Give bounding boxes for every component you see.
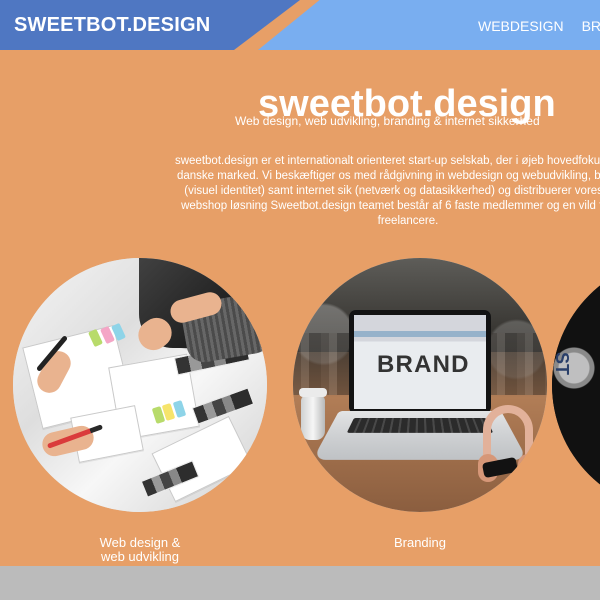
webpage: SWEETBOT.DESIGN WEBDESIGN BRA sweetbot.d…	[0, 0, 600, 600]
branding-service-label[interactable]: Branding	[284, 536, 556, 550]
third-service-logo-fragment: ST	[552, 352, 572, 376]
laptop-brand-text: BRAND	[377, 351, 470, 378]
branding-service-image[interactable]: BRAND	[293, 258, 547, 512]
web-design-service-card[interactable]: Web design & web udvikling	[4, 258, 276, 568]
headphones	[478, 405, 538, 482]
third-service-photo	[552, 258, 600, 512]
screen-stripe	[354, 331, 486, 337]
coffee-cup	[299, 388, 327, 440]
footer-band	[0, 566, 600, 600]
services-section: Web design & web udvikling BRAND Brandin…	[0, 0, 600, 600]
laptop-display: BRAND	[354, 315, 486, 409]
third-service-image[interactable]: ST	[552, 258, 600, 512]
branding-service-card[interactable]: BRAND Branding	[284, 258, 556, 568]
laptop-screen: BRAND	[349, 310, 491, 414]
web-design-service-image[interactable]	[13, 258, 267, 512]
web-design-service-label[interactable]: Web design & web udvikling	[4, 536, 276, 564]
third-service-card[interactable]: ST	[552, 258, 600, 568]
laptop-keyboard	[346, 418, 494, 433]
